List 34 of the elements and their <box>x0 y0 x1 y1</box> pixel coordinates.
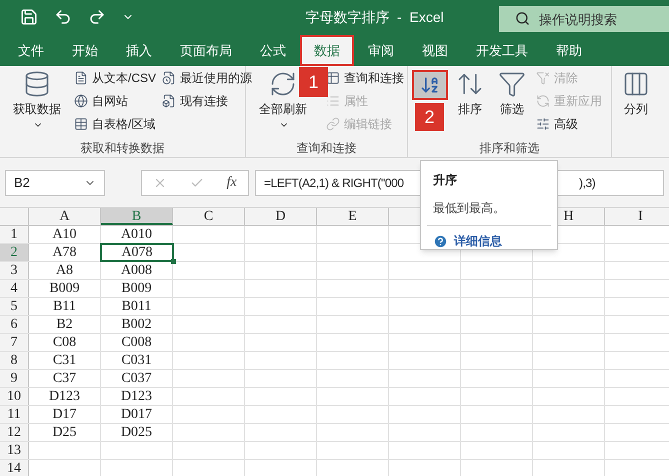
table-cell: B002 <box>101 316 173 333</box>
tooltip-text: 最低到最高。 <box>433 200 506 217</box>
group-label: 获取和转换数据 <box>80 140 166 157</box>
table-cell: B11 <box>29 298 101 315</box>
table-cell: A008 <box>101 262 173 279</box>
table-cell: A078 <box>101 244 173 261</box>
table-cell: D25 <box>29 424 101 441</box>
callout-badge: 1 <box>299 67 328 97</box>
table-cell: B009 <box>101 280 173 297</box>
window-title: 字母数字排序 - Excel <box>304 8 445 26</box>
group-label: 查询和连接 <box>296 140 358 157</box>
callout-badge: 2 <box>415 103 444 131</box>
table-cell: B009 <box>29 280 101 297</box>
table-cell: D025 <box>101 424 173 441</box>
formula-text: =LEFT(A2,1) & RIGHT("000 <box>264 176 404 190</box>
table-cell: D123 <box>101 388 173 405</box>
table-cell: C031 <box>101 352 173 369</box>
table-cell: A8 <box>29 262 101 279</box>
table-cell: A10 <box>29 226 101 243</box>
table-cell: C037 <box>101 370 173 387</box>
table-cell: B2 <box>29 316 101 333</box>
group-label: 排序和筛选 <box>478 140 540 157</box>
table-cell: C008 <box>101 334 173 351</box>
tooltip-title: 升序 <box>433 172 458 189</box>
table-cell: C08 <box>29 334 101 351</box>
formula-text: ),3) <box>579 174 596 192</box>
table-cell: B011 <box>101 298 173 315</box>
table-cell: A78 <box>29 244 101 261</box>
table-cell: C37 <box>29 370 101 387</box>
table-cell: C31 <box>29 352 101 369</box>
table-cell: D17 <box>29 406 101 423</box>
table-cell: A010 <box>101 226 173 243</box>
table-cell: D123 <box>29 388 101 405</box>
table-cell: D017 <box>101 406 173 423</box>
